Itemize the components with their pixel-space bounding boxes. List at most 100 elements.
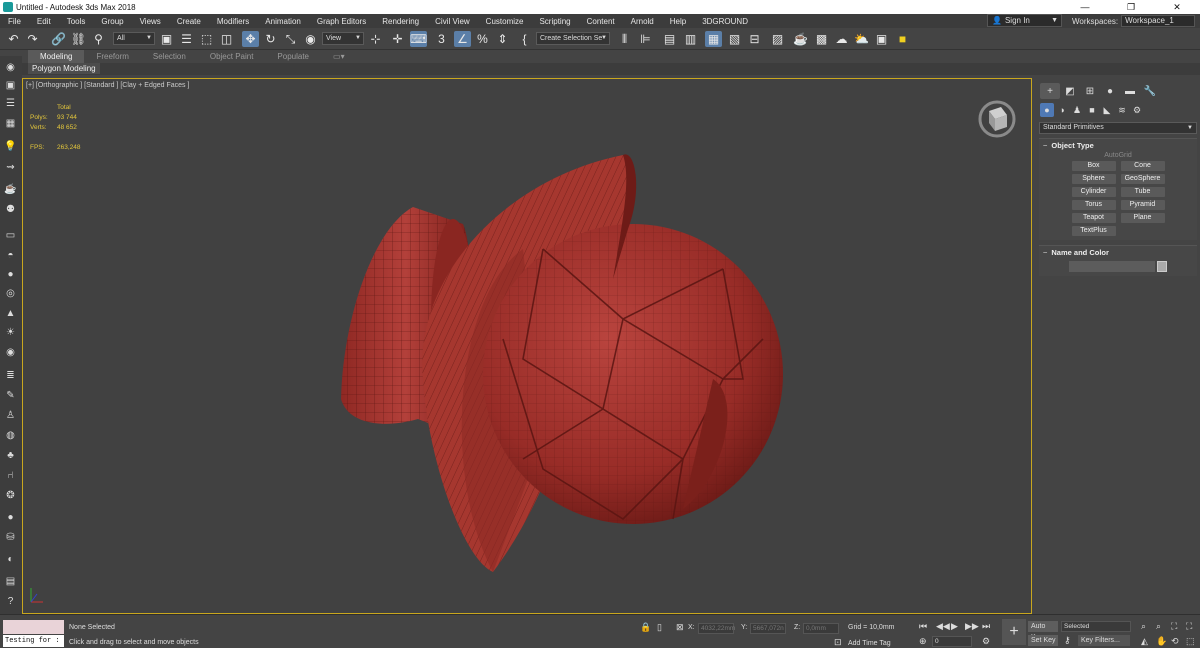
people-icon[interactable]: ⚉ (3, 202, 18, 216)
select-object-icon[interactable]: ▣ (158, 31, 175, 47)
select-and-place-icon[interactable]: ◉ (302, 31, 319, 47)
zoom-extents-all-icon[interactable]: ⛶ (1186, 621, 1192, 632)
document-icon[interactable]: ▤ (3, 574, 18, 588)
stairs-icon[interactable]: ≣ (3, 368, 18, 382)
edit-named-selection-icon[interactable]: { (516, 31, 533, 47)
menu-item-views[interactable]: Views (132, 17, 169, 26)
cylinder-button[interactable]: Cylinder (1071, 187, 1116, 197)
ribbon-tab-object-paint[interactable]: Object Paint (198, 50, 266, 63)
snaps-toggle-icon[interactable]: 3 (433, 31, 450, 47)
textplus-button[interactable]: TextPlus (1071, 226, 1116, 236)
keyboard-shortcut-override-icon[interactable]: ⌨ (410, 31, 427, 47)
add-plugin-icon[interactable]: ■ (894, 31, 911, 47)
close-button[interactable]: ✕ (1154, 2, 1200, 13)
box-icon[interactable]: ▭ (3, 228, 18, 242)
chair-icon[interactable]: ⑁ (3, 468, 18, 482)
menu-item-file[interactable]: File (0, 17, 29, 26)
percent-snap-icon[interactable]: % (474, 31, 491, 47)
auto-key-button[interactable]: Auto Key (1028, 621, 1058, 641)
play-icon[interactable]: ▶ (951, 621, 958, 632)
box-button[interactable]: Box (1071, 161, 1116, 171)
spinner-snap-icon[interactable]: ⇕ (494, 31, 511, 47)
angle-snap-icon[interactable]: ∠ (454, 31, 471, 47)
ribbon-minimize-icon[interactable]: ▭▾ (321, 50, 357, 63)
shapes-icon[interactable]: ◑ (1055, 103, 1069, 117)
previous-frame-icon[interactable]: ◀◀ (936, 621, 950, 632)
teapot-icon[interactable]: ☕ (3, 182, 18, 196)
select-and-rotate-icon[interactable]: ↻ (262, 31, 279, 47)
viewport-label[interactable]: [+] [Orthographic ] [Standard ] [Clay + … (26, 82, 189, 89)
grid-icon[interactable]: ▦ (3, 116, 18, 130)
y-coordinate-field[interactable]: 5667,072n (750, 623, 786, 634)
lights-icon[interactable]: ♟ (1070, 103, 1084, 117)
render-iterative-icon[interactable]: ⛅ (853, 31, 870, 47)
display-tab-icon[interactable]: ▬ (1120, 83, 1140, 99)
camera-icon[interactable]: ⇝ (3, 160, 18, 174)
torus-button[interactable]: Torus (1071, 200, 1116, 210)
name-and-color-header[interactable]: − Name and Color (1039, 245, 1197, 258)
field-of-view-icon[interactable]: ◭ (1141, 636, 1148, 647)
key-filters-button[interactable]: Key Filters... (1078, 635, 1130, 646)
key-mode-icon[interactable]: ⊕ (919, 636, 927, 647)
bucket-icon[interactable]: ⛁ (3, 530, 18, 544)
z-coordinate-field[interactable]: 0,0mm (803, 623, 839, 634)
blob-icon[interactable]: ❂ (3, 488, 18, 502)
transform-gizmo-icon[interactable]: ✛ (389, 31, 406, 47)
undo-icon[interactable]: ↶ (5, 31, 22, 47)
mirror-icon[interactable]: ⫴ (616, 31, 633, 47)
selection-filter-dropdown[interactable]: All ▼ (113, 32, 155, 45)
create-tab-icon[interactable]: + (1040, 83, 1060, 99)
unlink-icon[interactable]: ⛓ (70, 31, 87, 47)
object-name-input[interactable] (1069, 261, 1155, 272)
workspace-dropdown[interactable]: Workspace_1 (1121, 15, 1196, 27)
key-filter-icon[interactable]: ⚷ (1064, 635, 1071, 646)
menu-item-edit[interactable]: Edit (29, 17, 59, 26)
sphere-icon[interactable]: ● (3, 267, 18, 281)
rectangular-selection-icon[interactable]: ⬚ (198, 31, 215, 47)
menu-item-scripting[interactable]: Scripting (531, 17, 578, 26)
sphere-blue-icon[interactable]: ● (3, 510, 18, 524)
menu-item-create[interactable]: Create (169, 17, 209, 26)
menu-item-rendering[interactable]: Rendering (374, 17, 427, 26)
menu-item-arnold[interactable]: Arnold (623, 17, 662, 26)
window-crossing-icon[interactable]: ◫ (218, 31, 235, 47)
list-icon[interactable]: ☰ (3, 96, 18, 110)
cameras-icon[interactable]: ■ (1085, 103, 1099, 117)
figure-icon[interactable]: ♙ (3, 408, 18, 422)
select-and-scale-icon[interactable]: ⤡ (282, 31, 299, 47)
motion-tab-icon[interactable]: ● (1100, 83, 1120, 99)
set-keys-icon[interactable]: + (1002, 619, 1026, 645)
render-online-icon[interactable]: ▣ (873, 31, 890, 47)
ribbon-tab-selection[interactable]: Selection (141, 50, 198, 63)
ribbon-tab-modeling[interactable]: Modeling (28, 50, 85, 63)
maximize-viewport-icon[interactable]: ⬚ (1186, 636, 1195, 647)
help-icon[interactable]: ? (3, 594, 18, 608)
ribbon-tab-freeform[interactable]: Freeform (84, 50, 140, 63)
render-production-icon[interactable]: ☁ (833, 31, 850, 47)
time-tag-icon[interactable]: ⊡ (834, 637, 842, 648)
link-icon[interactable]: 🔗 (50, 31, 67, 47)
rendered-frame-window-icon[interactable]: ▩ (813, 31, 830, 47)
panel-icon[interactable]: ▣ (3, 78, 18, 92)
geometry-icon[interactable]: ● (1040, 103, 1054, 117)
scene-explorer-icon[interactable]: ▤ (661, 31, 678, 47)
menu-item-civil-view[interactable]: Civil View (427, 17, 478, 26)
maximize-button[interactable]: ❐ (1108, 2, 1154, 13)
material-editor-icon[interactable]: ▨ (769, 31, 786, 47)
viewcube-icon[interactable] (975, 97, 1019, 141)
menu-item-modifiers[interactable]: Modifiers (209, 17, 257, 26)
current-frame-field[interactable]: 0 (932, 636, 972, 647)
select-and-move-icon[interactable]: ✥ (242, 31, 259, 47)
selection-set-dropdown[interactable]: Selected (1061, 621, 1131, 632)
plane-button[interactable]: Plane (1120, 213, 1165, 223)
menu-item-help[interactable]: Help (662, 17, 694, 26)
sun-icon[interactable]: ☀ (3, 325, 18, 339)
menu-item-group[interactable]: Group (93, 17, 131, 26)
object-type-header[interactable]: − Object Type (1039, 138, 1197, 151)
systems-icon[interactable]: ⚙ (1130, 103, 1144, 117)
zoom-extents-icon[interactable]: ⛶ (1171, 621, 1177, 632)
align-icon[interactable]: ⊫ (637, 31, 654, 47)
polygon-modeling-panel[interactable]: Polygon Modeling (28, 63, 100, 74)
torus-icon[interactable]: ◎ (3, 286, 18, 300)
set-key-button[interactable]: Set Key (1028, 635, 1058, 646)
